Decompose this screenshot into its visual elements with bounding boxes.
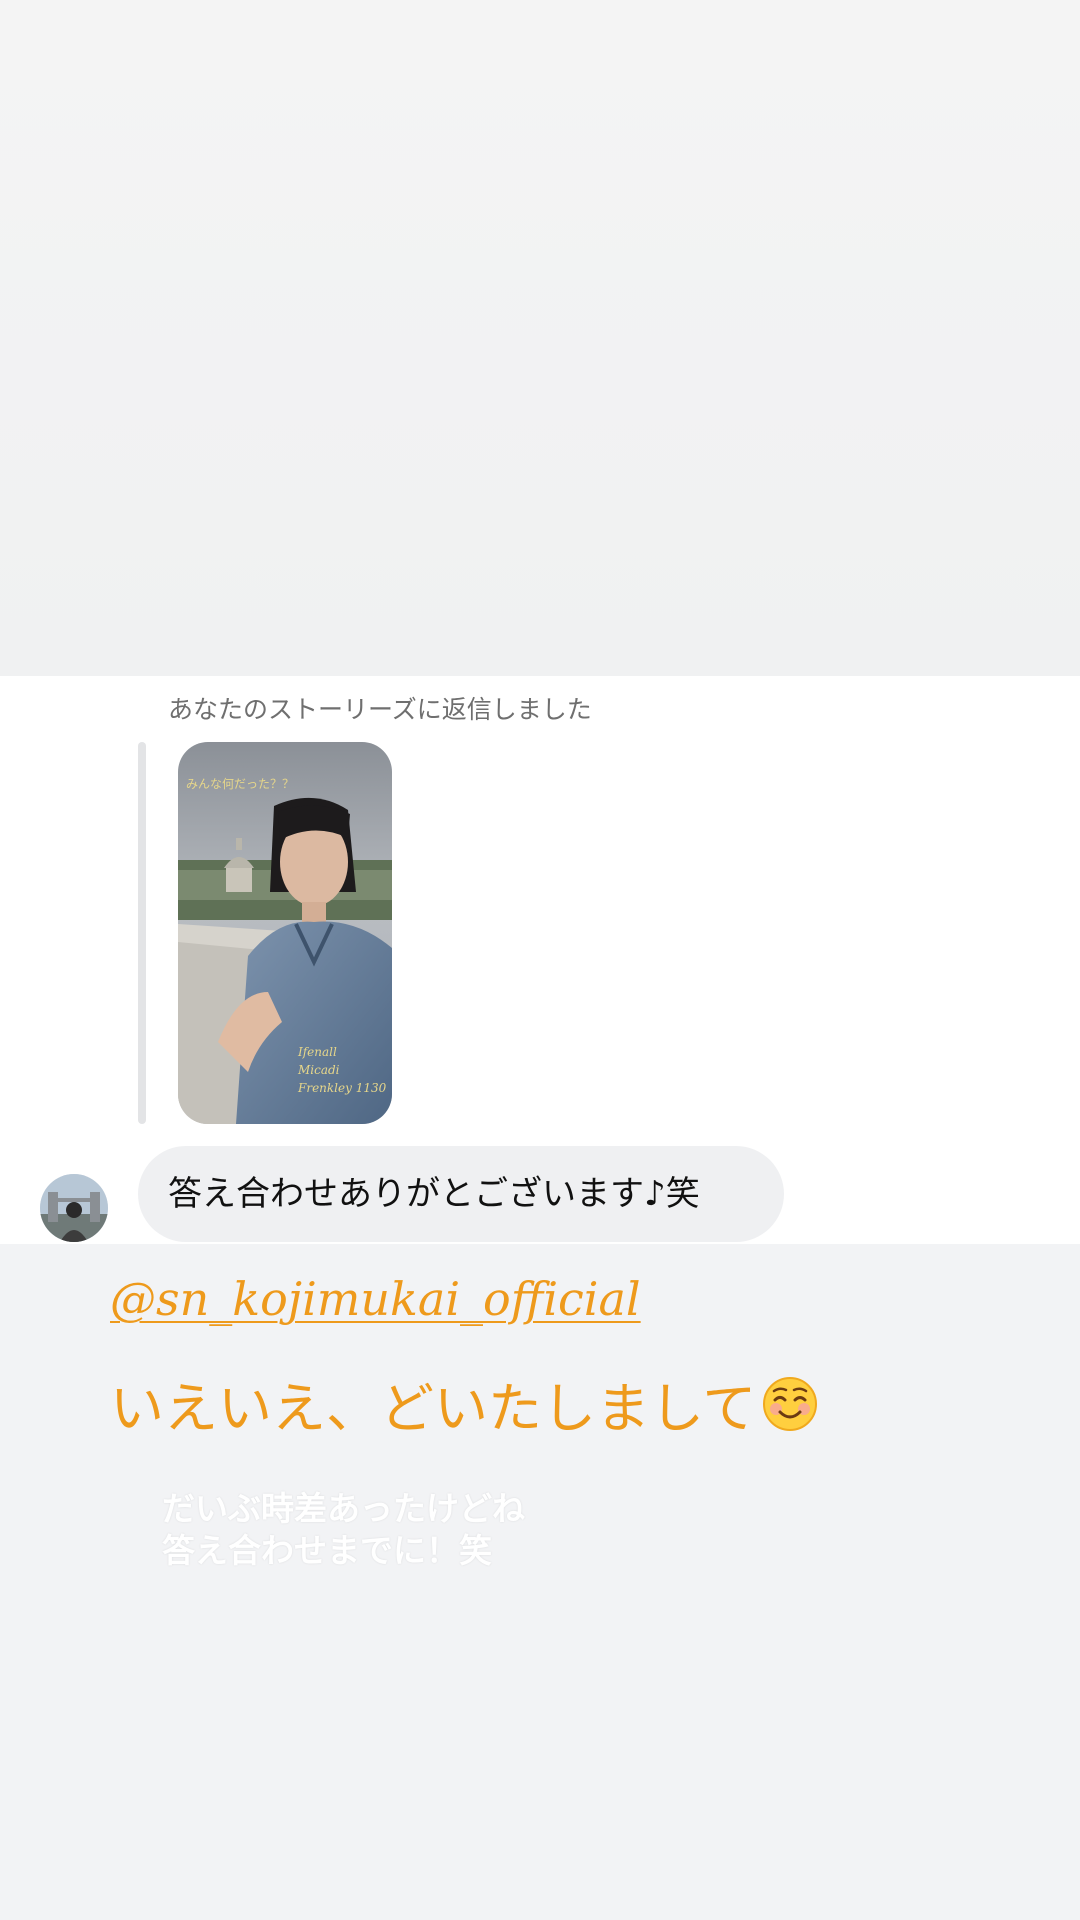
story-overlay-line-3: Frenkley 1130 (297, 1081, 387, 1095)
story-background-top (0, 0, 1080, 676)
quote-bar (138, 742, 146, 1124)
sender-avatar[interactable] (40, 1174, 108, 1242)
story-overlay-line-2: Micadi (297, 1063, 340, 1077)
story-overlay-top-text: みんな何だった？？ (186, 777, 294, 791)
story-note-line-1: だいぶ時差あったけどね (162, 1489, 525, 1528)
story-note-line-2: 答え合わせまでに！笑 (162, 1531, 492, 1570)
message-bubble: 答え合わせありがとございます♪笑 (138, 1146, 784, 1242)
mention-tag[interactable]: @sn_kojimukai_official (110, 1272, 641, 1326)
story-reply-text: いえいえ、どいたしまして (110, 1377, 757, 1440)
smiling-face-emoji-icon (762, 1376, 818, 1432)
story-preview-thumbnail[interactable]: みんな何だった？？ Ifenall Micadi Frenkley 1130 (178, 742, 392, 1124)
story-reply-text-row: いえいえ、どいたしまして (110, 1364, 818, 1443)
story-overlay-line-1: Ifenall (297, 1045, 337, 1059)
story-reply-caption: あなたのストーリーズに返信しました (168, 695, 592, 724)
story-note-text: だいぶ時差あったけどね 答え合わせまでに！笑 (162, 1488, 525, 1572)
